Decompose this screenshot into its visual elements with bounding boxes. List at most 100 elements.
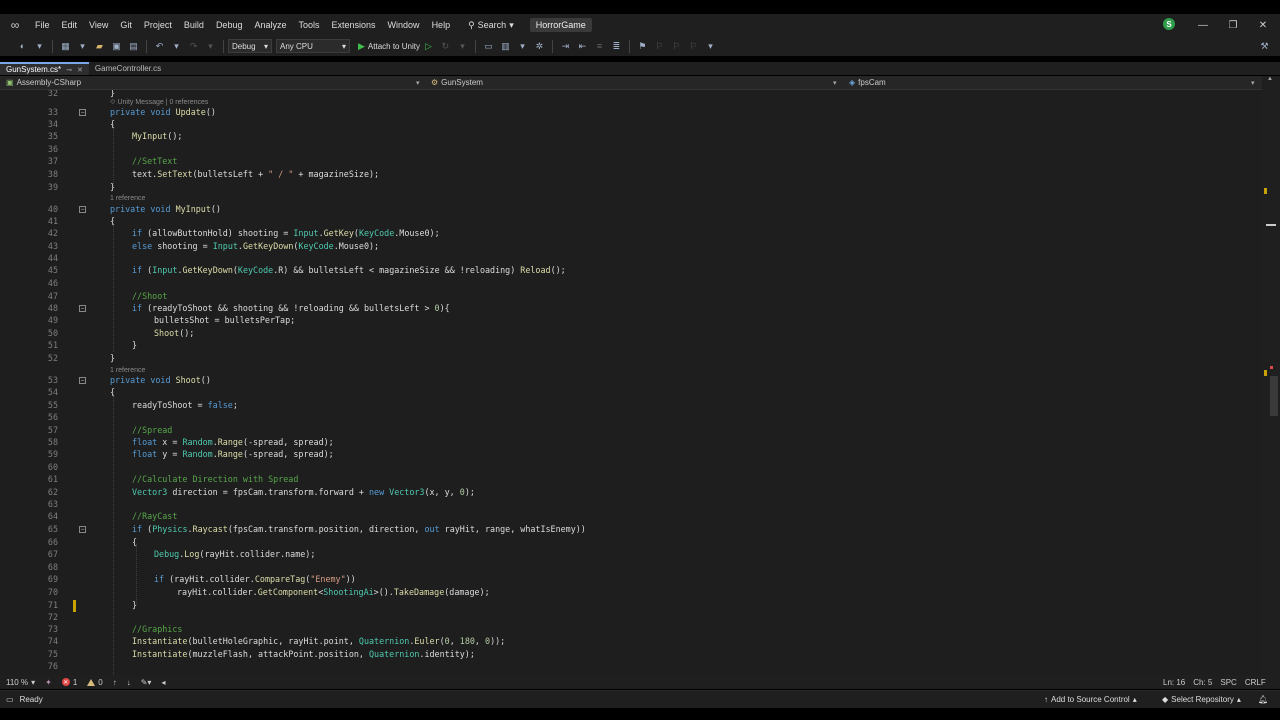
codelens-references[interactable]: 1 reference [110,366,145,376]
save-icon[interactable]: ▣ [110,40,123,53]
arrow-down-icon[interactable]: ↓ [127,678,131,687]
menu-build[interactable]: Build [178,14,210,36]
code-cleanup-icon[interactable]: ✎▾ [141,678,152,687]
vertical-scrollbar[interactable]: ▲ [1262,76,1280,675]
chevron-down-icon[interactable]: ▾ [456,40,469,53]
menu-debug[interactable]: Debug [210,14,249,36]
code-line-57[interactable]: 57 //Spread [0,424,1262,436]
code-line-40[interactable]: 40 − private void MyInput() [0,203,1262,215]
code-line-75[interactable]: 75 Instantiate(muzzleFlash, attackPoint.p… [0,648,1262,660]
close-icon[interactable]: ✕ [1248,14,1278,36]
tab-gunsystem[interactable]: GunSystem.cs* ⊸ ✕ [0,62,89,75]
copilot-icon[interactable]: ✦ [45,678,52,687]
comment-out-icon[interactable]: ≡ [593,40,606,53]
add-to-source-control-button[interactable]: ↑ Add to Source Control ▴ [1044,695,1137,704]
warning-count[interactable]: 0 [87,678,103,687]
code-line-48[interactable]: 48 − if (readyToShoot && shooting && !relo… [0,302,1262,314]
code-line-35[interactable]: 35 MyInput(); [0,130,1262,142]
code-line-49[interactable]: 49 bulletsShot = bulletsPerTap; [0,314,1262,326]
step-into-icon[interactable]: ⇥ [559,40,572,53]
line-endings[interactable]: CRLF [1245,678,1266,687]
layout-icon[interactable]: ▥ [499,40,512,53]
new-item-icon[interactable]: ▦ [59,40,72,53]
member-dropdown[interactable]: ◈ fpsCam ▾ [843,76,1263,90]
code-line-68[interactable]: 68 [0,561,1262,573]
code-line-50[interactable]: 50 Shoot(); [0,327,1262,339]
menu-view[interactable]: View [83,14,114,36]
code-line-76[interactable]: 76 [0,660,1262,672]
code-line-56[interactable]: 56 [0,411,1262,423]
code-line-70[interactable]: 70 rayHit.collider.GetComponent<ShootingA… [0,586,1262,598]
error-count[interactable]: ✕ 1 [61,678,77,687]
code-line-58[interactable]: 58 float x = Random.Range(-spread, spread… [0,436,1262,448]
open-folder-icon[interactable]: ▰ [93,40,106,53]
scroll-up-icon[interactable]: ▲ [1267,76,1273,82]
search-button[interactable]: ⚲ Search ▾ [462,20,520,31]
code-line-52[interactable]: 52} [0,352,1262,364]
code-line-59[interactable]: 59 float y = Random.Range(-spread, spread… [0,448,1262,460]
code-line-62[interactable]: 62 Vector3 direction = fpsCam.transform.f… [0,486,1262,498]
code-line-65[interactable]: 65 − if (Physics.Raycast(fpsCam.transform.… [0,523,1262,535]
scroll-thumb[interactable] [1266,224,1276,226]
code-line-55[interactable]: 55 readyToShoot = false; [0,399,1262,411]
user-avatar[interactable]: S [1163,18,1175,30]
code-line-72[interactable]: 72 [0,611,1262,623]
code-line-46[interactable]: 46 [0,277,1262,289]
arrow-up-icon[interactable]: ↑ [113,678,117,687]
menu-git[interactable]: Git [114,14,138,36]
code-line-41[interactable]: 41 { [0,215,1262,227]
code-line-37[interactable]: 37 //SetText [0,155,1262,167]
codelens-references[interactable]: 1 reference [110,194,145,204]
code-line-45[interactable]: 45 if (Input.GetKeyDown(KeyCode.R) && bul… [0,264,1262,276]
tab-gamecontroller[interactable]: GameController.cs [89,62,167,75]
browser-link-icon[interactable]: ▭ [482,40,495,53]
bookmark-prev-icon[interactable]: ⚐ [653,40,666,53]
zoom-dropdown[interactable]: 110 % ▾ [6,678,35,687]
pin-icon[interactable]: ⊸ [66,66,72,74]
menu-file[interactable]: File [29,14,56,36]
class-dropdown[interactable]: ⚙ GunSystem ▾ [425,76,843,90]
save-all-icon[interactable]: ▤ [127,40,140,53]
chevron-down-icon[interactable]: ▾ [204,40,217,53]
code-line-34[interactable]: 34 { [0,118,1262,130]
back-navigation-icon[interactable]: ◐ [16,40,29,53]
code-line-74[interactable]: 74 Instantiate(bulletHoleGraphic, rayHit.… [0,635,1262,647]
collapse-icon[interactable]: − [79,206,86,213]
hot-reload-icon[interactable]: ↻ [439,40,452,53]
collapse-icon[interactable]: − [79,526,86,533]
visual-studio-logo-icon[interactable]: ∞ [7,18,23,32]
code-line-66[interactable]: 66 { [0,536,1262,548]
code-line-42[interactable]: 42 if (allowButtonHold) shooting = Input.… [0,227,1262,239]
notifications-icon[interactable]: 🔔︎ [1258,695,1268,704]
collapse-icon[interactable]: − [79,305,86,312]
menu-analyze[interactable]: Analyze [248,14,292,36]
select-repository-button[interactable]: ◆ Select Repository ▴ [1162,695,1241,704]
collapse-icon[interactable]: − [79,377,86,384]
codelens-references[interactable]: ⟐ Unity Message | 0 references [110,98,208,108]
platform-dropdown[interactable]: Any CPU ▾ [276,39,350,53]
code-line-71[interactable]: 71} [0,599,1262,611]
code-line-53[interactable]: 53− private void Shoot() [0,374,1262,386]
undo-icon[interactable]: ↶ [153,40,166,53]
chevron-down-icon[interactable]: ▾ [33,40,46,53]
bookmark-clear-icon[interactable]: ⚐ [687,40,700,53]
chevron-down-icon[interactable]: ▾ [516,40,529,53]
minimize-icon[interactable]: — [1188,14,1218,36]
chevron-down-icon[interactable]: ▾ [76,40,89,53]
performance-icon[interactable]: ✲ [533,40,546,53]
live-share-icon[interactable]: ⚒ [1258,40,1271,53]
code-line-54[interactable]: 54 { [0,386,1262,398]
restore-icon[interactable]: ❐ [1218,14,1248,36]
code-line-73[interactable]: 73 //Graphics [0,623,1262,635]
bookmark-icon[interactable]: ⚑ [636,40,649,53]
collapse-icon[interactable]: − [79,109,86,116]
uncomment-icon[interactable]: ≣ [610,40,623,53]
menu-tools[interactable]: Tools [293,14,326,36]
line-number[interactable]: Ln: 16 [1163,678,1185,687]
code-line-38[interactable]: 38 text.SetText(bulletsLeft + " / " + mag… [0,168,1262,180]
code-line-67[interactable]: 67 Debug.Log(rayHit.collider.name); [0,548,1262,560]
menu-window[interactable]: Window [382,14,426,36]
start-without-debugging-icon[interactable]: ▷ [422,40,435,53]
code-line-64[interactable]: 64 //RayCast [0,510,1262,522]
code-line-43[interactable]: 43 else shooting = Input.GetKeyDown(KeyCo… [0,240,1262,252]
